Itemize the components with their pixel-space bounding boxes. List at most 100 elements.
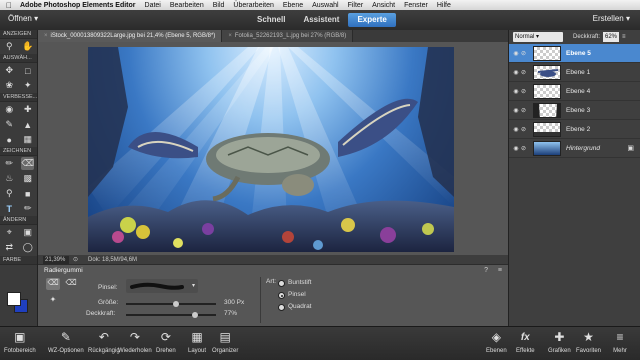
more-button[interactable]: ≡ Mehr	[612, 329, 628, 354]
lock-icon[interactable]: ⊘	[521, 107, 529, 114]
shape-tool-icon[interactable]: ■	[21, 187, 34, 200]
size-label: Größe:	[98, 299, 119, 306]
eye-icon[interactable]: ◉	[511, 145, 521, 152]
opacity-slider[interactable]	[126, 312, 216, 318]
menu-hilfe[interactable]: Hilfe	[437, 2, 451, 9]
content-aware-move-tool-icon[interactable]: ⇄	[3, 241, 16, 254]
doc-info-toggle-icon[interactable]: ⊙	[73, 256, 78, 263]
smart-brush-tool-icon[interactable]: ✎	[3, 118, 16, 131]
lock-icon[interactable]: ⊘	[521, 88, 529, 95]
recompose-tool-icon[interactable]: ▣	[21, 226, 34, 239]
menu-bearbeiten[interactable]: Bearbeiten	[170, 2, 204, 9]
healing-brush-tool-icon[interactable]: ✚	[21, 103, 34, 116]
foreground-color-swatch[interactable]	[7, 292, 21, 306]
gradient-tool-icon[interactable]: ▩	[21, 172, 34, 185]
text-tool-icon[interactable]: T	[3, 202, 16, 215]
blend-mode-select[interactable]: Normal ▾	[513, 32, 563, 42]
clone-stamp-tool-icon[interactable]: ▲	[21, 118, 34, 131]
panel-menu-icon[interactable]: ≡	[622, 34, 626, 40]
effects-button[interactable]: fx Effekte	[516, 329, 535, 355]
brush-preset-picker[interactable]: ▾	[126, 279, 198, 293]
layer-row-hintergrund[interactable]: ◉ ⊘ Hintergrund ▣	[509, 139, 640, 158]
redo-button[interactable]: ↷ Wiederholen	[118, 329, 152, 354]
crop-tool-icon[interactable]: ⌖	[3, 226, 16, 239]
lasso-tool-icon[interactable]: ❀	[3, 79, 16, 92]
tab-experte[interactable]: Experte	[348, 13, 396, 27]
magic-wand-tool-icon[interactable]: ✦	[21, 79, 34, 92]
layer-row-ebene-2[interactable]: ◉ ⊘ Ebene 2	[509, 120, 640, 139]
menu-datei[interactable]: Datei	[145, 2, 161, 9]
background-eraser-button[interactable]: ⌫	[64, 278, 78, 290]
menu-bar:  Adobe Photoshop Elements Editor Datei …	[0, 0, 640, 10]
tab-assistent[interactable]: Assistent	[294, 13, 348, 27]
layer-row-ebene-3[interactable]: ◉ ⊘ Ebene 3	[509, 101, 640, 120]
tab-schnell[interactable]: Schnell	[248, 13, 294, 27]
document-image[interactable]	[88, 47, 454, 252]
open-button[interactable]: Öffnen ▾	[8, 14, 38, 23]
rotate-button[interactable]: ⟳ Drehen	[156, 329, 176, 354]
doc-tab-active[interactable]: × iStock_000013809322Large.jpg bei 21,4% …	[38, 30, 223, 42]
options-menu-icon[interactable]: ≡	[498, 267, 502, 274]
menu-filter[interactable]: Filter	[348, 2, 364, 9]
photo-bin-button[interactable]: ▣ Fotobereich	[4, 329, 36, 354]
canvas-area[interactable]	[38, 42, 508, 255]
marquee-tool-icon[interactable]: □	[21, 64, 34, 77]
menu-ebene[interactable]: Ebene	[283, 2, 303, 9]
eye-icon[interactable]: ◉	[511, 126, 521, 133]
chevron-down-icon: ▾	[191, 283, 195, 289]
undo-button[interactable]: ↶ Rückgängig	[88, 329, 120, 354]
eyedropper-tool-icon[interactable]: ⚲	[3, 187, 16, 200]
type-radio-quadrat[interactable]	[278, 304, 285, 311]
create-button[interactable]: Erstellen ▾	[593, 14, 630, 23]
tool-options-button[interactable]: ✎ WZ-Optionen	[48, 329, 84, 354]
lock-icon[interactable]: ⊘	[521, 50, 529, 57]
graphics-button[interactable]: ✚ Grafiken	[548, 329, 571, 354]
straighten-tool-icon[interactable]: ◯	[21, 241, 34, 254]
eye-icon[interactable]: ◉	[511, 88, 521, 95]
blur-tool-icon[interactable]: ●	[3, 133, 16, 146]
pencil-tool-icon[interactable]: ✏	[21, 202, 34, 215]
size-slider-knob[interactable]	[172, 301, 179, 307]
paint-bucket-tool-icon[interactable]: ♨	[3, 172, 16, 185]
zoom-tool-icon[interactable]: ⚲	[3, 40, 16, 53]
menu-ansicht[interactable]: Ansicht	[372, 2, 395, 9]
organizer-button[interactable]: ▤ Organizer	[212, 329, 238, 354]
layer-row-ebene-1[interactable]: ◉ ⊘ Ebene 1	[509, 63, 640, 82]
eye-icon[interactable]: ◉	[511, 50, 521, 57]
move-tool-icon[interactable]: ✥	[3, 64, 16, 77]
favorites-icon: ★	[583, 330, 594, 344]
favorites-button[interactable]: ★ Favoriten	[576, 329, 601, 354]
layer-opacity-field[interactable]: 62%	[603, 32, 620, 42]
type-radio-pinsel[interactable]	[278, 292, 285, 299]
layers-button[interactable]: ◈ Ebenen	[486, 329, 507, 354]
apple-menu-icon[interactable]: 	[6, 1, 12, 10]
brush-tool-icon[interactable]: ✏	[3, 157, 16, 170]
lock-icon[interactable]: ⊘	[521, 69, 529, 76]
layer-row-ebene-5[interactable]: ◉ ⊘ Ebene 5	[509, 44, 640, 63]
red-eye-tool-icon[interactable]: ◉	[3, 103, 16, 116]
close-tab-icon[interactable]: ×	[228, 33, 232, 39]
eye-icon[interactable]: ◉	[511, 107, 521, 114]
doc-tab[interactable]: × Fotolia_52262193_L.jpg bei 27% (RGB/8)	[222, 30, 354, 42]
app-name-menu[interactable]: Adobe Photoshop Elements Editor	[20, 2, 136, 9]
size-slider[interactable]	[126, 301, 216, 307]
layout-button[interactable]: ▦ Layout	[188, 329, 206, 354]
hand-tool-icon[interactable]: ✋	[21, 40, 34, 53]
magic-eraser-button[interactable]: ✦	[46, 295, 60, 307]
menu-bild[interactable]: Bild	[213, 2, 225, 9]
menu-fenster[interactable]: Fenster	[404, 2, 428, 9]
eraser-mode-button[interactable]: ⌫	[46, 278, 60, 290]
eraser-tool-icon[interactable]: ⌫	[21, 157, 35, 170]
opacity-slider-knob[interactable]	[192, 312, 199, 318]
lock-icon[interactable]: ⊘	[521, 145, 529, 152]
menu-auswahl[interactable]: Auswahl	[312, 2, 338, 9]
lock-icon[interactable]: ⊘	[521, 126, 529, 133]
sponge-tool-icon[interactable]: ▦	[21, 133, 34, 146]
help-icon[interactable]: ?	[484, 267, 488, 274]
zoom-level-field[interactable]: 21,39%	[43, 255, 69, 264]
eye-icon[interactable]: ◉	[511, 69, 521, 76]
close-tab-icon[interactable]: ×	[44, 33, 48, 39]
menu-ueberarbeiten[interactable]: Überarbeiten	[233, 2, 273, 9]
layer-row-ebene-4[interactable]: ◉ ⊘ Ebene 4	[509, 82, 640, 101]
type-radio-buntstift[interactable]	[278, 280, 285, 287]
